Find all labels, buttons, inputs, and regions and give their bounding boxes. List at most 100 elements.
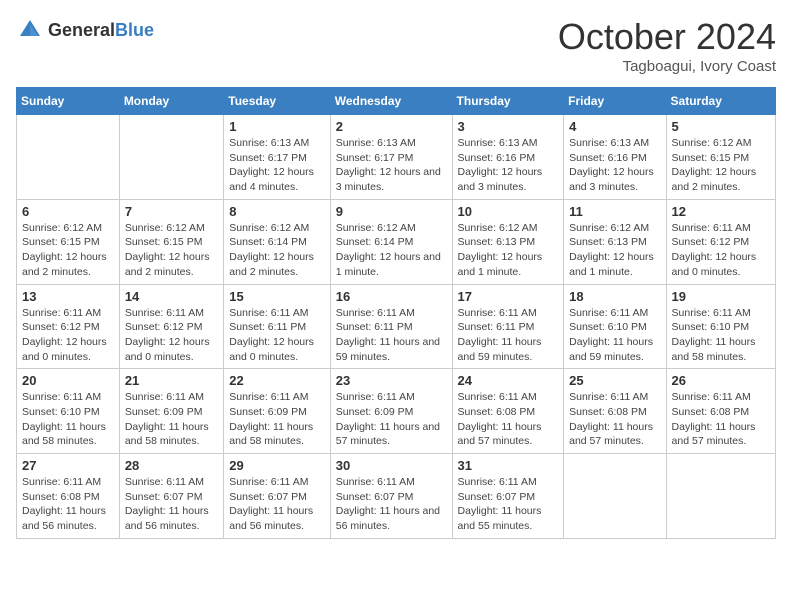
day-detail: Sunrise: 6:12 AM Sunset: 6:15 PM Dayligh… [672,136,770,195]
day-detail: Sunrise: 6:11 AM Sunset: 6:08 PM Dayligh… [672,390,770,449]
week-row: 13 Sunrise: 6:11 AM Sunset: 6:12 PM Dayli… [17,284,776,369]
day-number: 28 [125,458,218,473]
day-number: 23 [336,373,447,388]
page-header: GeneralBlue October 2024 Tagboagui, Ivor… [16,16,776,75]
calendar-cell: 14 Sunrise: 6:11 AM Sunset: 6:12 PM Dayli… [119,284,223,369]
weekday-header: Friday [564,88,666,115]
calendar-cell: 19Sunrise: 6:11 AM Sunset: 6:10 PM Dayli… [666,284,775,369]
calendar-cell: 12Sunrise: 6:11 AM Sunset: 6:12 PM Dayli… [666,199,775,284]
day-number: 18 [569,289,660,304]
day-detail: Sunrise: 6:12 AM Sunset: 6:15 PM Dayligh… [22,221,114,280]
calendar-cell: 5 Sunrise: 6:12 AM Sunset: 6:15 PM Daylig… [666,115,775,200]
day-detail: Sunrise: 6:13 AM Sunset: 6:16 PM Dayligh… [458,136,559,195]
day-number: 2 [336,119,447,134]
day-number: 14 [125,289,218,304]
day-detail: Sunrise: 6:13 AM Sunset: 6:16 PM Dayligh… [569,136,660,195]
day-detail: Sunrise: 6:13 AM Sunset: 6:17 PM Dayligh… [336,136,447,195]
calendar-cell: 16Sunrise: 6:11 AM Sunset: 6:11 PM Dayli… [330,284,452,369]
weekday-header: Thursday [452,88,564,115]
calendar-cell: 11Sunrise: 6:12 AM Sunset: 6:13 PM Dayli… [564,199,666,284]
day-detail: Sunrise: 6:11 AM Sunset: 6:07 PM Dayligh… [336,475,447,534]
day-number: 30 [336,458,447,473]
day-number: 27 [22,458,114,473]
calendar-cell: 23Sunrise: 6:11 AM Sunset: 6:09 PM Dayli… [330,369,452,454]
day-detail: Sunrise: 6:11 AM Sunset: 6:08 PM Dayligh… [569,390,660,449]
logo-text-general: General [48,20,115,40]
calendar-table: SundayMondayTuesdayWednesdayThursdayFrid… [16,87,776,539]
day-detail: Sunrise: 6:13 AM Sunset: 6:17 PM Dayligh… [229,136,324,195]
day-number: 31 [458,458,559,473]
day-detail: Sunrise: 6:11 AM Sunset: 6:10 PM Dayligh… [22,390,114,449]
calendar-cell: 1 Sunrise: 6:13 AM Sunset: 6:17 PM Daylig… [224,115,330,200]
day-number: 13 [22,289,114,304]
day-detail: Sunrise: 6:11 AM Sunset: 6:09 PM Dayligh… [229,390,324,449]
day-detail: Sunrise: 6:12 AM Sunset: 6:14 PM Dayligh… [336,221,447,280]
day-number: 7 [125,204,218,219]
location-subtitle: Tagboagui, Ivory Coast [558,58,776,75]
calendar-cell: 25Sunrise: 6:11 AM Sunset: 6:08 PM Dayli… [564,369,666,454]
day-number: 11 [569,204,660,219]
day-detail: Sunrise: 6:11 AM Sunset: 6:07 PM Dayligh… [229,475,324,534]
weekday-header: Wednesday [330,88,452,115]
day-number: 12 [672,204,770,219]
logo-text-blue: Blue [115,20,154,40]
day-number: 17 [458,289,559,304]
calendar-cell: 18 Sunrise: 6:11 AM Sunset: 6:10 PM Dayli… [564,284,666,369]
day-detail: Sunrise: 6:11 AM Sunset: 6:12 PM Dayligh… [125,306,218,365]
weekday-header: Monday [119,88,223,115]
calendar-cell [564,454,666,539]
calendar-cell: 8 Sunrise: 6:12 AM Sunset: 6:14 PM Daylig… [224,199,330,284]
day-number: 9 [336,204,447,219]
calendar-cell [17,115,120,200]
calendar-cell: 29 Sunrise: 6:11 AM Sunset: 6:07 PM Dayli… [224,454,330,539]
day-number: 4 [569,119,660,134]
calendar-cell: 30 Sunrise: 6:11 AM Sunset: 6:07 PM Dayli… [330,454,452,539]
day-number: 6 [22,204,114,219]
calendar-cell: 20Sunrise: 6:11 AM Sunset: 6:10 PM Dayli… [17,369,120,454]
day-number: 1 [229,119,324,134]
day-detail: Sunrise: 6:11 AM Sunset: 6:11 PM Dayligh… [458,306,559,365]
day-number: 8 [229,204,324,219]
day-number: 3 [458,119,559,134]
day-detail: Sunrise: 6:11 AM Sunset: 6:07 PM Dayligh… [125,475,218,534]
day-detail: Sunrise: 6:11 AM Sunset: 6:08 PM Dayligh… [458,390,559,449]
day-detail: Sunrise: 6:12 AM Sunset: 6:14 PM Dayligh… [229,221,324,280]
day-detail: Sunrise: 6:11 AM Sunset: 6:11 PM Dayligh… [229,306,324,365]
calendar-cell: 2 Sunrise: 6:13 AM Sunset: 6:17 PM Daylig… [330,115,452,200]
day-number: 19 [672,289,770,304]
logo-icon [16,16,44,44]
day-number: 24 [458,373,559,388]
week-row: 1 Sunrise: 6:13 AM Sunset: 6:17 PM Daylig… [17,115,776,200]
day-detail: Sunrise: 6:11 AM Sunset: 6:07 PM Dayligh… [458,475,559,534]
calendar-cell: 6 Sunrise: 6:12 AM Sunset: 6:15 PM Daylig… [17,199,120,284]
calendar-cell: 4 Sunrise: 6:13 AM Sunset: 6:16 PM Daylig… [564,115,666,200]
calendar-cell: 24 Sunrise: 6:11 AM Sunset: 6:08 PM Dayli… [452,369,564,454]
day-detail: Sunrise: 6:11 AM Sunset: 6:12 PM Dayligh… [22,306,114,365]
week-row: 27 Sunrise: 6:11 AM Sunset: 6:08 PM Dayli… [17,454,776,539]
calendar-cell: 15Sunrise: 6:11 AM Sunset: 6:11 PM Dayli… [224,284,330,369]
day-number: 16 [336,289,447,304]
weekday-header: Tuesday [224,88,330,115]
calendar-cell: 27 Sunrise: 6:11 AM Sunset: 6:08 PM Dayli… [17,454,120,539]
calendar-cell: 31 Sunrise: 6:11 AM Sunset: 6:07 PM Dayli… [452,454,564,539]
day-number: 21 [125,373,218,388]
day-detail: Sunrise: 6:11 AM Sunset: 6:08 PM Dayligh… [22,475,114,534]
day-number: 5 [672,119,770,134]
weekday-header: Sunday [17,88,120,115]
calendar-cell [119,115,223,200]
day-number: 26 [672,373,770,388]
day-number: 29 [229,458,324,473]
calendar-cell: 10Sunrise: 6:12 AM Sunset: 6:13 PM Dayli… [452,199,564,284]
week-row: 6 Sunrise: 6:12 AM Sunset: 6:15 PM Daylig… [17,199,776,284]
header-row: SundayMondayTuesdayWednesdayThursdayFrid… [17,88,776,115]
day-detail: Sunrise: 6:11 AM Sunset: 6:09 PM Dayligh… [125,390,218,449]
logo: GeneralBlue [16,16,154,44]
week-row: 20Sunrise: 6:11 AM Sunset: 6:10 PM Dayli… [17,369,776,454]
day-detail: Sunrise: 6:11 AM Sunset: 6:10 PM Dayligh… [569,306,660,365]
calendar-cell: 26 Sunrise: 6:11 AM Sunset: 6:08 PM Dayli… [666,369,775,454]
day-detail: Sunrise: 6:12 AM Sunset: 6:15 PM Dayligh… [125,221,218,280]
weekday-header: Saturday [666,88,775,115]
calendar-cell: 21 Sunrise: 6:11 AM Sunset: 6:09 PM Dayli… [119,369,223,454]
calendar-cell: 22Sunrise: 6:11 AM Sunset: 6:09 PM Dayli… [224,369,330,454]
calendar-cell: 9 Sunrise: 6:12 AM Sunset: 6:14 PM Daylig… [330,199,452,284]
